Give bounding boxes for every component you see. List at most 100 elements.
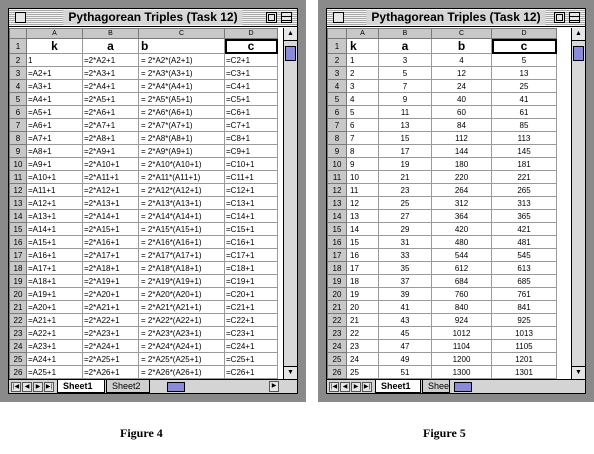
column-header[interactable]: A — [26, 28, 83, 39]
row-header[interactable]: 21 — [327, 300, 347, 314]
cell[interactable]: =C13+1 — [224, 196, 278, 210]
cell[interactable]: =C5+1 — [224, 92, 278, 106]
row-header[interactable]: 25 — [9, 352, 27, 366]
cell[interactable]: = 2*A6*(A6+1) — [138, 105, 225, 119]
cell[interactable]: =C16+1 — [224, 235, 278, 249]
scroll-up-arrow-icon[interactable]: ▲ — [284, 28, 297, 41]
cell[interactable]: =A15+1 — [26, 235, 83, 249]
cell[interactable]: =2*A16+1 — [82, 235, 139, 249]
row-header[interactable]: 11 — [327, 170, 347, 184]
cell[interactable]: 43 — [378, 313, 432, 327]
row-header[interactable]: 23 — [327, 326, 347, 340]
row-header[interactable]: 8 — [327, 131, 347, 145]
cell[interactable]: 11 — [346, 183, 379, 197]
vertical-scrollbar[interactable]: ▲ ▼ — [571, 28, 585, 379]
row-header[interactable]: 11 — [9, 170, 27, 184]
cell[interactable]: 3 — [378, 53, 432, 67]
cell[interactable]: 545 — [491, 248, 557, 262]
cell[interactable]: = 2*A25*(A25+1) — [138, 352, 225, 366]
window-titlebar[interactable]: Pythagorean Triples (Task 12) — [9, 9, 297, 27]
row-header[interactable]: 19 — [9, 274, 27, 288]
row-header[interactable]: 2 — [327, 53, 347, 67]
cell[interactable]: 21 — [378, 170, 432, 184]
cell[interactable]: = 2*A24*(A24+1) — [138, 339, 225, 353]
cell[interactable]: 31 — [378, 235, 432, 249]
cell[interactable]: =C4+1 — [224, 79, 278, 93]
cell[interactable]: 25 — [491, 79, 557, 93]
row-header[interactable]: 4 — [9, 79, 27, 93]
cell[interactable]: =C25+1 — [224, 352, 278, 366]
row-header[interactable]: 6 — [327, 105, 347, 119]
cell[interactable]: =C8+1 — [224, 131, 278, 145]
cell[interactable]: 47 — [378, 339, 432, 353]
cell[interactable]: = 2*A18*(A18+1) — [138, 261, 225, 275]
spreadsheet-grid[interactable]: A B C D 1 k a b c 2 1 3 4 5 3 2 5 12 13 4 3 7 24 25 5 4 9 40 41 6 5 11 6… — [327, 28, 557, 392]
cell[interactable]: =A5+1 — [26, 105, 83, 119]
column-header[interactable]: C — [138, 28, 225, 39]
row-header[interactable]: 15 — [9, 222, 27, 236]
row-header[interactable]: 22 — [327, 313, 347, 327]
row-header[interactable]: 10 — [327, 157, 347, 171]
first-sheet-icon[interactable]: |◀ — [11, 382, 21, 392]
cell[interactable]: 41 — [378, 300, 432, 314]
row-header[interactable]: 16 — [9, 235, 27, 249]
vertical-scroll-thumb[interactable] — [285, 46, 296, 61]
cell[interactable]: 19 — [378, 157, 432, 171]
cell[interactable]: =A22+1 — [26, 326, 83, 340]
cell[interactable]: =C6+1 — [224, 105, 278, 119]
row-header[interactable]: 7 — [327, 118, 347, 132]
cell[interactable]: =C18+1 — [224, 261, 278, 275]
cell[interactable]: = 2*A7*(A7+1) — [138, 118, 225, 132]
row-header[interactable]: 26 — [9, 365, 27, 379]
cell[interactable]: =C12+1 — [224, 183, 278, 197]
cell[interactable]: =A9+1 — [26, 157, 83, 171]
cell[interactable]: 9 — [346, 157, 379, 171]
windowshade-box-icon[interactable] — [569, 12, 580, 23]
vertical-scrollbar[interactable]: ▲ ▼ — [283, 28, 297, 379]
cell[interactable]: 2 — [346, 66, 379, 80]
cell[interactable]: =A17+1 — [26, 261, 83, 275]
cell[interactable]: 19 — [346, 287, 379, 301]
row-header[interactable]: 24 — [327, 339, 347, 353]
cell[interactable]: =A2+1 — [26, 66, 83, 80]
cell[interactable]: 364 — [431, 209, 492, 223]
cell[interactable]: =A23+1 — [26, 339, 83, 353]
cell[interactable]: 49 — [378, 352, 432, 366]
row-header[interactable]: 21 — [9, 300, 27, 314]
cell[interactable]: =2*A3+1 — [82, 66, 139, 80]
zoom-box-icon[interactable] — [266, 12, 277, 23]
cell[interactable]: =2*A15+1 — [82, 222, 139, 236]
cell[interactable]: 4 — [431, 53, 492, 67]
cell[interactable]: 33 — [378, 248, 432, 262]
row-header[interactable]: 1 — [327, 38, 347, 54]
last-sheet-icon[interactable]: ▶| — [44, 382, 54, 392]
close-box-icon[interactable] — [333, 12, 344, 23]
cell[interactable]: 27 — [378, 209, 432, 223]
cell[interactable]: 25 — [346, 365, 379, 379]
cell[interactable]: 313 — [491, 196, 557, 210]
cell[interactable]: 265 — [491, 183, 557, 197]
cell[interactable]: 144 — [431, 144, 492, 158]
cell[interactable]: = 2*A15*(A15+1) — [138, 222, 225, 236]
header-cell[interactable]: c — [224, 38, 278, 54]
cell[interactable]: 1201 — [491, 352, 557, 366]
cell[interactable]: =A25+1 — [26, 365, 83, 379]
cell[interactable]: =A4+1 — [26, 92, 83, 106]
cell[interactable]: = 2*A17*(A17+1) — [138, 248, 225, 262]
cell[interactable]: = 2*A19*(A19+1) — [138, 274, 225, 288]
column-header[interactable]: B — [82, 28, 139, 39]
cell[interactable]: = 2*A9*(A9+1) — [138, 144, 225, 158]
cell[interactable]: 41 — [491, 92, 557, 106]
sheet-tab-sheet2[interactable]: Sheet2 — [106, 380, 150, 393]
row-header[interactable]: 14 — [327, 209, 347, 223]
cell[interactable]: =C3+1 — [224, 66, 278, 80]
horizontal-scroll-thumb[interactable] — [454, 382, 472, 392]
cell[interactable]: =C15+1 — [224, 222, 278, 236]
row-header[interactable]: 16 — [327, 235, 347, 249]
row-header[interactable]: 19 — [327, 274, 347, 288]
cell[interactable]: 45 — [378, 326, 432, 340]
windowshade-box-icon[interactable] — [281, 12, 292, 23]
cell[interactable]: 841 — [491, 300, 557, 314]
cell[interactable]: =C2+1 — [224, 53, 278, 67]
cell[interactable]: 1 — [346, 53, 379, 67]
